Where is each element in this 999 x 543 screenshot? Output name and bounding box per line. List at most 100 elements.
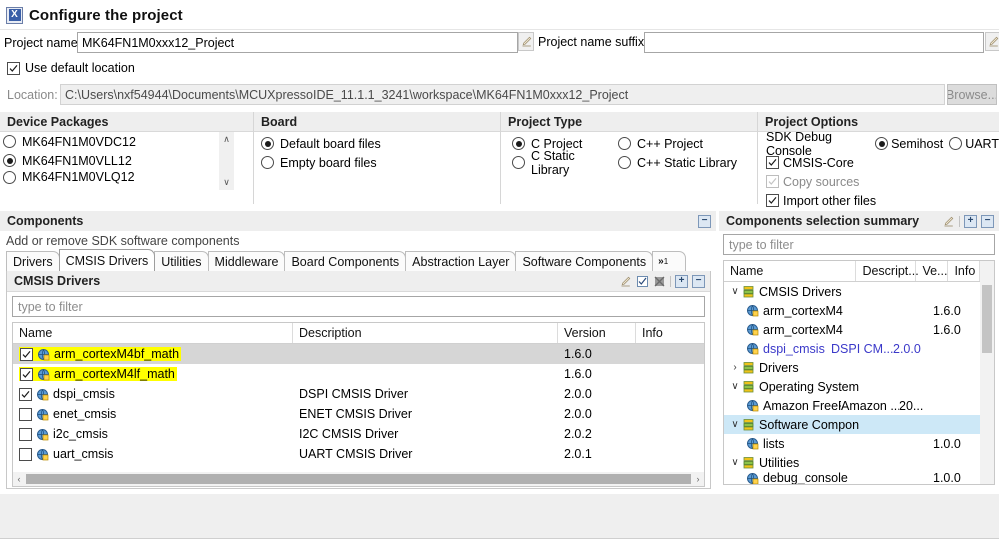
cmsis-filter-input[interactable]: type to filter bbox=[12, 296, 705, 317]
tree-node[interactable]: Amazon FreeR Amazon ... 20... bbox=[724, 396, 994, 415]
tree-node-label: Software Compon bbox=[759, 417, 860, 432]
row-checkbox[interactable] bbox=[19, 407, 32, 421]
row-checkbox[interactable] bbox=[19, 427, 32, 441]
tree-node[interactable]: lists 1.0.0 bbox=[724, 434, 994, 453]
tree-node-label: CMSIS Drivers bbox=[759, 284, 842, 299]
board-option-default[interactable]: Default board files bbox=[258, 134, 500, 153]
device-package-radio[interactable] bbox=[3, 154, 16, 167]
table-row[interactable]: arm_cortexM4lf_math 1.6.0 bbox=[13, 364, 704, 384]
col-header-description[interactable]: Description bbox=[293, 323, 558, 343]
chevron-down-icon[interactable]: ∨ bbox=[728, 419, 742, 430]
col-header-info[interactable]: Info bbox=[948, 261, 981, 281]
device-packages-title: Device Packages bbox=[0, 112, 253, 132]
chevron-right-icon[interactable]: › bbox=[728, 362, 742, 373]
uart-radio[interactable] bbox=[949, 137, 963, 150]
pencil-icon[interactable] bbox=[619, 275, 632, 288]
hscroll-left-icon[interactable]: ‹ bbox=[13, 474, 25, 484]
chevron-down-icon[interactable]: ∨ bbox=[728, 457, 742, 468]
summary-filter-input[interactable]: type to filter bbox=[723, 234, 995, 255]
device-packages-list[interactable]: MK64FN1M0VDC12 MK64FN1M0VLL12 MK64FN1M0V… bbox=[0, 132, 253, 203]
collapse-all-icon[interactable]: − bbox=[981, 214, 994, 228]
cmsis-table-hscrollbar[interactable]: ‹ › bbox=[13, 472, 704, 486]
expand-all-icon[interactable]: + bbox=[675, 274, 688, 288]
check-all-icon[interactable] bbox=[636, 275, 649, 288]
project-type-c-static[interactable]: C Static Library bbox=[509, 149, 615, 177]
tree-node[interactable]: › Drivers bbox=[724, 358, 994, 377]
scroll-down-icon[interactable]: ∨ bbox=[223, 175, 230, 190]
table-row[interactable]: enet_cmsis ENET CMSIS Driver 2.0.0 bbox=[13, 404, 704, 424]
summary-tree-vscrollbar[interactable] bbox=[980, 261, 994, 484]
project-type-cpp-static[interactable]: C++ Static Library bbox=[615, 153, 737, 172]
device-package-option[interactable]: MK64FN1M0VLL12 bbox=[0, 151, 253, 170]
tree-node[interactable]: ∨ Software Compon bbox=[724, 415, 994, 434]
hscroll-right-icon[interactable]: › bbox=[692, 474, 704, 484]
tab-abstraction-layer[interactable]: Abstraction Layer bbox=[405, 251, 517, 271]
device-package-radio[interactable] bbox=[3, 170, 16, 184]
col-header-name[interactable]: Name bbox=[724, 261, 857, 281]
tree-node[interactable]: dspi_cmsis DSPI CM... 2.0.0 bbox=[724, 339, 994, 358]
tree-node[interactable]: ∨ Operating System bbox=[724, 377, 994, 396]
project-name-pencil-icon[interactable] bbox=[518, 32, 534, 51]
cmsis-core-row[interactable]: CMSIS-Core bbox=[763, 153, 999, 172]
row-checkbox[interactable] bbox=[20, 347, 33, 361]
row-version: 2.0.2 bbox=[564, 427, 592, 441]
tab-board-components[interactable]: Board Components bbox=[284, 251, 407, 271]
import-other-files-row[interactable]: Import other files bbox=[763, 191, 999, 210]
tab-middleware[interactable]: Middleware bbox=[207, 251, 286, 271]
device-package-option[interactable]: MK64FN1M0VLQ12 bbox=[0, 170, 253, 184]
semihost-radio[interactable] bbox=[875, 137, 889, 150]
project-suffix-pencil-icon[interactable] bbox=[985, 32, 999, 51]
chevron-down-icon[interactable]: ∨ bbox=[728, 286, 742, 297]
device-package-radio[interactable] bbox=[3, 135, 16, 148]
board-empty-radio[interactable] bbox=[261, 156, 274, 169]
page-title-bar: X Configure the project bbox=[0, 0, 999, 30]
expand-all-icon[interactable]: + bbox=[964, 214, 977, 228]
table-row[interactable]: dspi_cmsis DSPI CMSIS Driver 2.0.0 bbox=[13, 384, 704, 404]
tree-node[interactable]: arm_cortexM4 1.6.0 bbox=[724, 320, 994, 339]
row-checkbox[interactable] bbox=[19, 387, 32, 401]
col-header-info[interactable]: Info bbox=[636, 323, 694, 343]
table-row[interactable]: arm_cortexM4bf_math 1.6.0 bbox=[13, 344, 704, 364]
board-option-empty[interactable]: Empty board files bbox=[258, 153, 500, 172]
c-static-radio[interactable] bbox=[512, 156, 525, 169]
row-checkbox[interactable] bbox=[20, 367, 33, 381]
use-default-location-checkbox[interactable] bbox=[7, 61, 20, 75]
table-row[interactable]: i2c_cmsis I2C CMSIS Driver 2.0.2 bbox=[13, 424, 704, 444]
clear-icon[interactable] bbox=[653, 275, 666, 288]
col-header-name[interactable]: Name bbox=[13, 323, 293, 343]
device-package-option[interactable]: MK64FN1M0VDC12 bbox=[0, 132, 253, 151]
tab-software-components[interactable]: Software Components bbox=[515, 251, 654, 271]
project-suffix-input[interactable] bbox=[644, 32, 984, 53]
tab-utilities[interactable]: Utilities bbox=[154, 251, 209, 271]
import-other-files-checkbox[interactable] bbox=[766, 194, 779, 207]
cpp-project-radio[interactable] bbox=[618, 137, 631, 150]
collapse-icon[interactable]: − bbox=[698, 214, 711, 228]
cmsis-core-checkbox[interactable] bbox=[766, 156, 779, 169]
col-header-description[interactable]: Descript... bbox=[856, 261, 919, 281]
tab-drivers[interactable]: Drivers bbox=[6, 251, 60, 271]
chevron-down-icon[interactable]: ∨ bbox=[728, 381, 742, 392]
tab-label: Board Components bbox=[291, 254, 400, 269]
project-name-input[interactable]: MK64FN1M0xxx12_Project bbox=[77, 32, 518, 53]
pencil-icon[interactable] bbox=[942, 215, 955, 228]
tree-node[interactable]: ∨ CMSIS Drivers bbox=[724, 282, 994, 301]
hscroll-thumb[interactable] bbox=[26, 474, 691, 484]
cpp-static-radio[interactable] bbox=[618, 156, 631, 169]
col-header-version[interactable]: Version bbox=[558, 323, 636, 343]
scroll-up-icon[interactable]: ∧ bbox=[223, 132, 230, 147]
c-project-radio[interactable] bbox=[512, 137, 525, 150]
vscroll-thumb[interactable] bbox=[982, 285, 992, 353]
tab-overflow-chevron[interactable]: » 1 bbox=[652, 251, 687, 271]
device-packages-scrollbar[interactable]: ∧ ∨ bbox=[219, 132, 234, 190]
row-checkbox[interactable] bbox=[19, 447, 32, 461]
tree-node[interactable]: arm_cortexM4 1.6.0 bbox=[724, 301, 994, 320]
tab-cmsis-drivers[interactable]: CMSIS Drivers bbox=[58, 249, 156, 271]
tree-node[interactable]: ∨ Utilities bbox=[724, 453, 994, 472]
table-row[interactable]: uart_cmsis UART CMSIS Driver 2.0.1 bbox=[13, 444, 704, 464]
use-default-location-row[interactable]: Use default location bbox=[7, 61, 135, 75]
collapse-all-icon[interactable]: − bbox=[692, 274, 705, 288]
project-type-cpp-project[interactable]: C++ Project bbox=[615, 134, 703, 153]
col-header-version[interactable]: Ve... bbox=[916, 261, 949, 281]
board-default-radio[interactable] bbox=[261, 137, 274, 150]
tree-node[interactable]: debug_console 1.0.0 bbox=[724, 472, 994, 484]
